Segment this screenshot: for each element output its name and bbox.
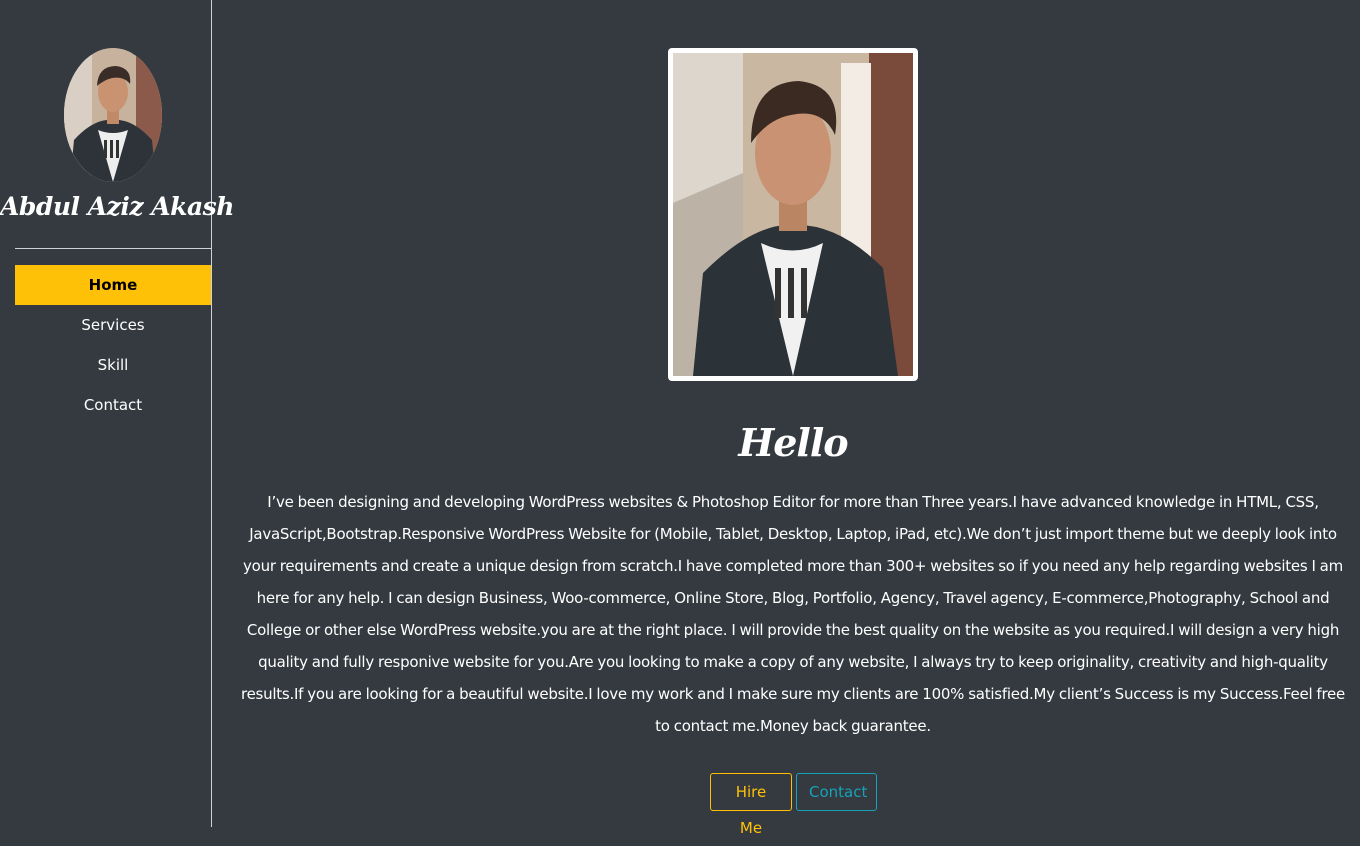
- sidebar-nav: Home Services Skill Contact: [15, 265, 211, 425]
- profile-photo-icon: [64, 48, 162, 182]
- brand-name: Abdul Aziz Akash: [0, 192, 234, 221]
- nav-item-skill[interactable]: Skill: [15, 345, 211, 385]
- nav-item-contact[interactable]: Contact: [15, 385, 211, 425]
- sidebar: Abdul Aziz Akash Home Services Skill Con…: [0, 0, 234, 827]
- avatar: [64, 48, 162, 182]
- main-content: Hello I’ve been designing and developing…: [213, 0, 1360, 837]
- action-buttons: Hire Me Contact: [710, 773, 877, 837]
- sidebar-divider: [15, 248, 211, 249]
- hire-me-button[interactable]: Hire Me: [710, 773, 792, 837]
- contact-button[interactable]: Contact: [796, 773, 877, 811]
- bio-text: I’ve been designing and developing WordP…: [240, 493, 1345, 735]
- profile-photo: [673, 53, 913, 376]
- profile-photo-frame: [668, 48, 918, 381]
- nav-item-home[interactable]: Home: [15, 265, 211, 305]
- hello-heading: Hello: [738, 420, 848, 465]
- profile-photo-icon: [673, 53, 913, 376]
- nav-item-services[interactable]: Services: [15, 305, 211, 345]
